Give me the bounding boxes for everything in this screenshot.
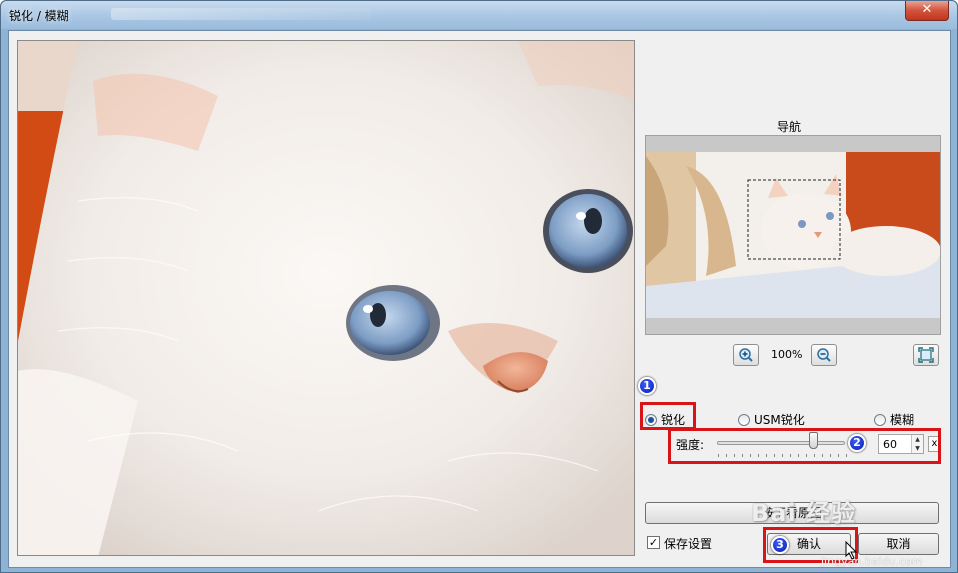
watermark-url: jingyan.baidu.com <box>821 555 923 568</box>
zoom-in-icon <box>739 348 753 362</box>
navigator-thumbnail[interactable] <box>645 135 941 335</box>
radio-blur-indicator[interactable] <box>874 413 886 426</box>
close-button[interactable]: ✕ <box>905 1 949 21</box>
step-marker-2: 2 <box>848 434 866 452</box>
zoom-out-icon <box>817 348 831 362</box>
save-settings-label: 保存设置 <box>664 537 713 551</box>
cancel-button[interactable]: 取消 <box>858 533 939 555</box>
title-bar[interactable]: 锐化 / 模糊 ✕ <box>1 1 957 29</box>
radio-usm-indicator[interactable] <box>738 413 750 426</box>
radio-usm-label: USM锐化 <box>754 413 805 427</box>
watermark-logo: Bai 经验 <box>751 499 857 527</box>
zoom-in-button[interactable] <box>733 344 759 366</box>
step-marker-1: 1 <box>638 377 656 395</box>
step-marker-3: 3 <box>771 536 789 554</box>
navigator-image <box>646 136 940 334</box>
preview-image[interactable] <box>17 40 635 556</box>
fit-screen-icon <box>918 347 934 363</box>
annotation-highlight-sharpen <box>640 402 696 430</box>
dialog-client-area: 导航 100% 锐化 USM锐化 模糊 强度: 60 ▲ ▼ x 按下看原图 ✓… <box>8 30 951 568</box>
fit-to-window-button[interactable] <box>913 344 939 366</box>
window-title: 锐化 / 模糊 <box>9 9 69 23</box>
mouse-pointer-icon <box>845 541 858 560</box>
save-settings-checkbox[interactable]: ✓ <box>647 536 660 549</box>
radio-blur-label: 模糊 <box>890 413 915 427</box>
radio-blur[interactable]: 模糊 <box>874 411 914 428</box>
title-bar-background-text <box>111 8 371 20</box>
radio-usm-sharpen[interactable]: USM锐化 <box>738 411 805 428</box>
annotation-highlight-strength <box>668 428 941 464</box>
zoom-out-button[interactable] <box>811 344 837 366</box>
sharpen-blur-dialog: 锐化 / 模糊 ✕ 导航 100% 锐化 USM锐化 模糊 强度: 60 ▲ ▼… <box>0 0 958 573</box>
navigator-label: 导航 <box>777 120 802 134</box>
cat-closeup-image <box>18 41 634 555</box>
zoom-level-label: 100% <box>771 348 803 361</box>
